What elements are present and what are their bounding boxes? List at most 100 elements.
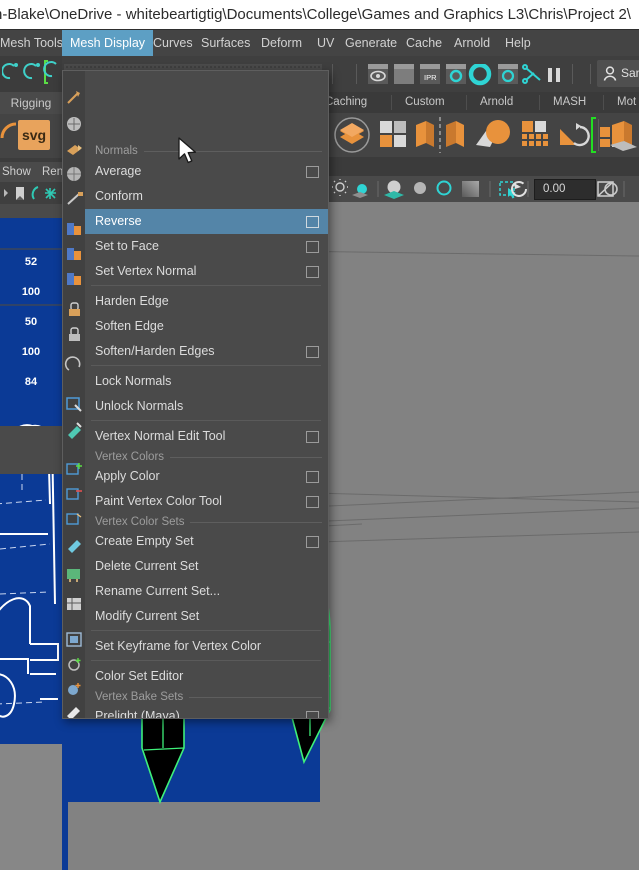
tab-separator <box>539 95 540 110</box>
menu-item-rename-current-set[interactable]: Rename Current Set... <box>85 579 328 604</box>
shelf-tab-custom[interactable]: Custom <box>405 92 445 113</box>
menu-item-option-box[interactable] <box>306 711 319 718</box>
menu-item-option-box[interactable] <box>306 216 319 228</box>
layer-toolstrip <box>0 182 62 204</box>
menu-item-option-box[interactable] <box>306 266 319 278</box>
shelf-tab-arnold[interactable]: Arnold <box>480 92 513 113</box>
menu-item-vertex-normal-edit-tool[interactable]: Vertex Normal Edit Tool <box>85 424 328 449</box>
menubar-item-mesh-display[interactable]: Mesh Display <box>62 30 154 57</box>
menu-item-option-box[interactable] <box>306 431 319 443</box>
toolbar-separator <box>332 64 333 84</box>
menu-item-prelight-maya[interactable]: Prelight (Maya) <box>85 704 328 719</box>
toolbar-separator <box>590 64 591 84</box>
menu-divider <box>91 285 321 286</box>
channelbox-value[interactable]: 50 <box>0 316 62 328</box>
channelbox-band <box>0 204 62 218</box>
shelf-tab-mash[interactable]: MASH <box>553 92 586 113</box>
menu-item-label: Lock Normals <box>95 374 172 388</box>
mesh-display-dropdown-menu[interactable]: Normals Average Conform Reverse Set to Face S… <box>62 70 329 719</box>
menu-item-label: Harden Edge <box>95 294 169 308</box>
menu-item-soften-edge[interactable]: Soften Edge <box>85 314 328 339</box>
menu-item-option-box[interactable] <box>306 536 319 548</box>
render-toolbar-icons[interactable]: IPR <box>368 64 568 86</box>
menu-section-header: Normals <box>85 143 328 160</box>
menubar-item-generate[interactable]: Generate <box>337 30 405 57</box>
menu-item-set-vertex-normal[interactable]: Set Vertex Normal <box>85 259 328 284</box>
shelf-tab-mot[interactable]: Mot <box>617 92 636 113</box>
toolbar-separator <box>598 119 599 151</box>
menu-gutter-icons <box>64 91 83 718</box>
menu-item-label: Average <box>95 164 142 178</box>
menu-item-label: Delete Current Set <box>95 559 199 573</box>
curve-shelf-icon[interactable] <box>0 118 18 142</box>
menu-item-option-box[interactable] <box>306 496 319 508</box>
menubar-item-surfaces[interactable]: Surfaces <box>193 30 258 57</box>
menu-divider <box>91 420 321 421</box>
menu-item-option-box[interactable] <box>306 166 319 178</box>
channelbox-value[interactable]: 100 <box>0 286 62 298</box>
channelbox-value[interactable]: 84 <box>0 376 62 388</box>
main-menubar: Mesh Tools Mesh Display Curves Surfaces Defo… <box>0 29 639 57</box>
menu-item-delete-current-set[interactable]: Delete Current Set <box>85 554 328 579</box>
menu-item-color-set-editor[interactable]: Color Set Editor <box>85 664 328 689</box>
menu-item-option-box[interactable] <box>306 471 319 483</box>
menu-item-label: Prelight (Maya) <box>95 709 180 719</box>
account-label: San <box>621 66 639 80</box>
tab-separator <box>603 95 604 110</box>
menubar-item-help[interactable]: Help <box>497 30 539 57</box>
refresh-icon[interactable] <box>510 180 530 198</box>
menu-item-harden-edge[interactable]: Harden Edge <box>85 289 328 314</box>
menu-item-label: Create Empty Set <box>95 534 194 548</box>
opacity-value: 0.00 <box>543 183 566 195</box>
channelbox-value[interactable]: 100 <box>0 346 62 358</box>
svg-shelf-icon[interactable]: svg <box>18 120 50 150</box>
shelf-item-icons[interactable] <box>330 115 630 155</box>
menu-item-apply-color[interactable]: Apply Color <box>85 464 328 489</box>
channelbox-column-headers: Show Ren <box>0 162 62 182</box>
menu-item-conform[interactable]: Conform <box>85 184 328 209</box>
menu-item-label: Vertex Normal Edit Tool <box>95 429 226 443</box>
channelbox-value[interactable]: 52 <box>0 256 62 268</box>
menu-item-soften-harden-edges[interactable]: Soften/Harden Edges <box>85 339 328 364</box>
person-icon <box>603 66 617 81</box>
extrude-shelf-icon[interactable] <box>608 119 639 151</box>
menu-item-reverse[interactable]: Reverse <box>85 209 328 234</box>
channelbox-col-ren[interactable]: Ren <box>42 162 62 182</box>
account-button[interactable]: San <box>597 60 639 87</box>
toolbar-separator <box>356 64 357 84</box>
menu-divider <box>91 365 321 366</box>
menu-item-set-keyframe-for-vertex-color[interactable]: Set Keyframe for Vertex Color <box>85 634 328 659</box>
menu-item-unlock-normals[interactable]: Unlock Normals <box>85 394 328 419</box>
menu-divider <box>91 660 321 661</box>
menubar-item-mesh-tools[interactable]: Mesh Tools <box>0 30 71 57</box>
menubar-item-arnold[interactable]: Arnold <box>446 30 498 57</box>
menu-item-label: Modify Current Set <box>95 609 200 623</box>
menu-item-create-empty-set[interactable]: Create Empty Set <box>85 529 328 554</box>
menu-divider <box>91 630 321 631</box>
tab-separator <box>466 95 467 110</box>
opacity-numeric-field[interactable]: 0.00 <box>534 179 596 200</box>
menu-item-label: Reverse <box>95 214 142 228</box>
menu-item-paint-vertex-color-tool[interactable]: Paint Vertex Color Tool <box>85 489 328 514</box>
menu-item-label: Unlock Normals <box>95 399 184 413</box>
menu-item-option-box[interactable] <box>306 241 319 253</box>
menu-item-average[interactable]: Average <box>85 159 328 184</box>
menu-item-set-to-face[interactable]: Set to Face <box>85 234 328 259</box>
layer-tool-icons[interactable] <box>2 185 60 202</box>
left-shelf-icons[interactable] <box>2 58 60 88</box>
menubar-item-cache[interactable]: Cache <box>398 30 450 57</box>
menu-item-modify-current-set[interactable]: Modify Current Set <box>85 604 328 629</box>
menu-item-option-box[interactable] <box>306 346 319 358</box>
menu-item-label: Conform <box>95 189 143 203</box>
tab-separator <box>391 95 392 110</box>
menu-item-lock-normals[interactable]: Lock Normals <box>85 369 328 394</box>
view-extra-icon[interactable] <box>602 180 620 198</box>
menu-item-label: Rename Current Set... <box>95 584 221 598</box>
shelf-tab-caching[interactable]: Caching <box>325 92 367 113</box>
menu-item-label: Color Set Editor <box>95 669 184 683</box>
channelbox-band <box>0 248 62 250</box>
menu-item-label: Apply Color <box>95 469 160 483</box>
menubar-item-deform[interactable]: Deform <box>253 30 310 57</box>
rigging-menuset-label[interactable]: Rigging <box>0 92 62 114</box>
channelbox-col-show[interactable]: Show <box>2 162 31 182</box>
